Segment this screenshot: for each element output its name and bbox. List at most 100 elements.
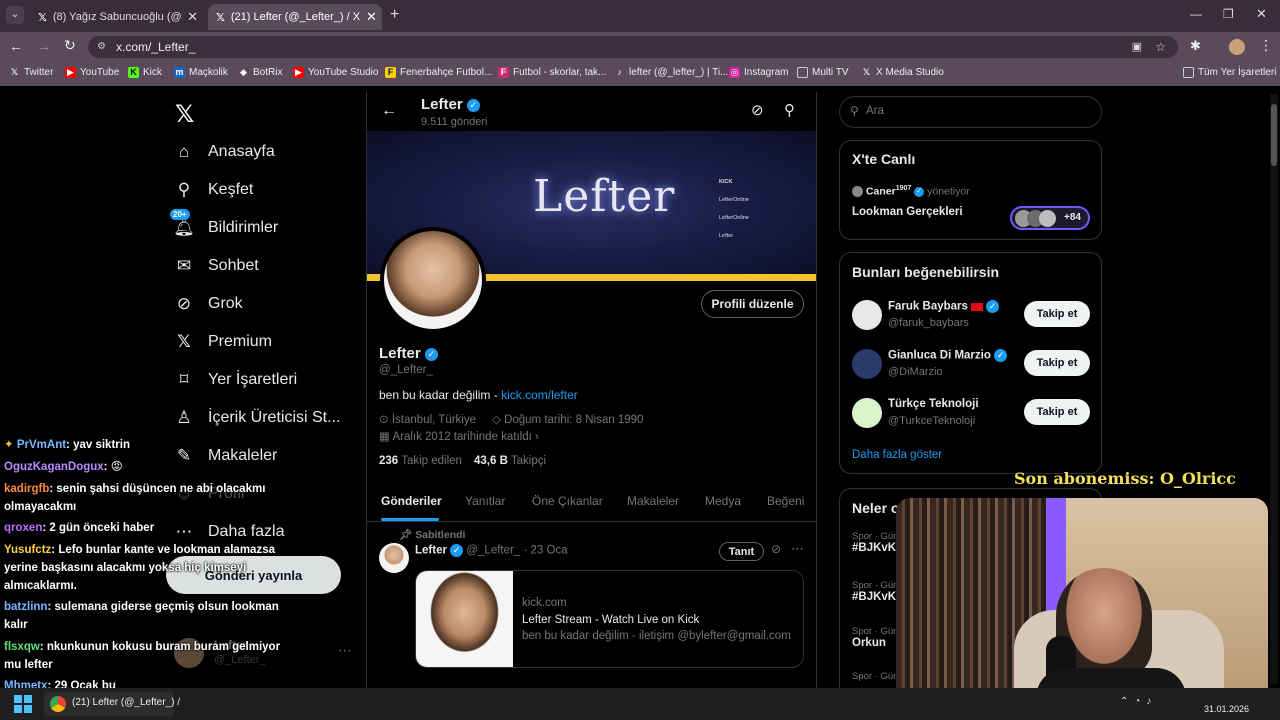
url-text: x.com/_Lefter_ [116,40,196,54]
nav-messages[interactable]: ✉ Sohbet [174,256,259,276]
webcam-feed [896,498,1268,706]
nav-explore[interactable]: ⚲ Keşfet [174,180,254,200]
nav-grok[interactable]: ⊘ Grok [174,294,243,314]
listener-count: +84 [1064,212,1081,223]
bookmark-youtube-studio[interactable]: ▶ YouTube Studio [293,67,378,78]
profile-birth: ◇ Doğum tarihi: 8 Nisan 1990 [492,414,644,426]
tab-posts[interactable]: Gönderiler [381,494,442,508]
bookmark-mackolik[interactable]: m Maçkolik [174,67,228,78]
search-icon[interactable]: ⚲ [784,101,795,119]
search-box[interactable]: ⚲ Ara [839,96,1102,128]
x-home-logo[interactable]: 𝕏 [175,100,194,129]
youtube-icon: ▶ [65,67,76,78]
bookmark-x-media-studio[interactable]: 𝕏X Media Studio [861,67,944,78]
following-count[interactable]: 236 Takip edilen [379,455,462,467]
post-count: 9.511 gönderi [421,116,488,128]
bell-icon: 🔔︎ 20+ [170,209,195,238]
chrome-icon [50,696,66,712]
back-arrow-icon[interactable]: ← [381,102,397,120]
extensions-icon[interactable]: ✱ [1190,38,1201,54]
tab-highlights[interactable]: Öne Çıkanlar [532,494,603,508]
trend-item[interactable]: Spor · Gün Orkun [852,626,898,649]
close-window-icon[interactable]: ✕ [1256,6,1267,22]
bookmark-kick[interactable]: K Kick [128,67,162,78]
follow-button[interactable]: Takip et [1024,350,1090,376]
bookmark-tiktok[interactable]: ♪ lefter (@_lefter_) | Ti... [614,67,728,78]
suggestion-row[interactable]: Gianluca Di Marzio ✓ @DiMarzio Takip et [852,347,1092,381]
grok-icon[interactable]: ⊘ [751,101,764,119]
avatar [852,398,882,428]
tiktok-icon: ♪ [617,67,622,77]
nav-premium[interactable]: 𝕏 Premium [174,332,272,352]
show-more-link[interactable]: Daha fazla göster [852,449,942,461]
maximize-icon[interactable]: ❐ [1223,7,1234,21]
suggestion-row[interactable]: Faruk Baybars ✓ @faruk_baybars Takip et [852,298,1092,332]
menu-icon[interactable]: ⋮ [1259,37,1273,54]
live-topic[interactable]: Lookman Gerçekleri [852,206,963,218]
live-host[interactable]: Caner1907 ✓ yönetiyor [852,185,970,198]
bookmark-instagram[interactable]: ◎ Instagram [729,67,788,78]
more-icon[interactable]: ⋯ [338,642,352,659]
bookmark-fenerbahce[interactable]: F Fenerbahçe Futbol... [385,67,492,78]
profile-joined[interactable]: ▦ Aralık 2012 tarihinde katıldı › [379,429,539,443]
start-icon[interactable] [14,695,32,713]
bio-link[interactable]: kick.com/lefter [501,388,578,402]
profile-avatar[interactable] [1229,39,1245,55]
site-info-icon[interactable]: ⚙ [97,36,106,58]
suggestion-name: Faruk Baybars ✓ [888,300,1000,313]
suggestion-row[interactable]: Türkçe Teknoloji @TurkceTeknoloji Takip … [852,396,1092,430]
tab-likes[interactable]: Beğeni [767,494,804,508]
tab-media[interactable]: Medya [705,494,741,508]
grok-post-icon[interactable]: ⊘ [771,542,781,556]
follow-button[interactable]: Takip et [1024,399,1090,425]
scrollbar[interactable] [1270,94,1278,684]
tab-search-button[interactable]: ⌄ [6,6,24,24]
edit-profile-button[interactable]: Profili düzenle [701,290,804,318]
bookmark-youtube[interactable]: ▶ YouTube [65,67,119,78]
tab-replies[interactable]: Yanıtlar [465,494,505,508]
back-icon[interactable]: ← [9,38,23,54]
taskbar-chrome-app[interactable]: (21) Lefter (@_Lefter_) / [44,692,180,716]
nav-bookmarks[interactable]: ⌑ Yer İşaretleri [174,370,298,390]
trend-item[interactable]: Spor · Gün [852,671,898,682]
tab-yagiz[interactable]: 𝕏 (8) Yağız Sabuncuoğlu (@yagos ✕ [30,4,206,30]
close-icon[interactable]: ✕ [187,9,198,25]
suggestion-handle: @faruk_baybars [888,317,969,329]
profile-avatar[interactable] [380,227,486,333]
scrollbar-thumb[interactable] [1271,104,1277,166]
address-bar[interactable]: ⚙ x.com/_Lefter_ ▣ ☆ [88,36,1178,58]
nav-creator-studio[interactable]: ♙ İçerik Üreticisi St... [174,408,340,428]
trend-item[interactable]: Spor · Gün #BJKvKI [852,531,899,554]
followers-count[interactable]: 43,6 B Takipçi [474,455,546,467]
bookmark-botrix[interactable]: ◆ BotRix [238,67,282,78]
bookmark-twitter[interactable]: 𝕏 Twitter [9,67,54,78]
search-icon: ⚲ [850,104,859,118]
bookmark-multi-tv[interactable]: Multi TV [797,67,849,78]
suggestion-name: Gianluca Di Marzio ✓ [888,349,1008,362]
banner-title: Lefter [533,171,676,222]
tab-lefter[interactable]: 𝕏 (21) Lefter (@_Lefter_) / X ✕ [208,4,382,30]
promote-button[interactable]: Tanıt [719,542,764,561]
new-tab-button[interactable]: + [390,6,399,24]
close-icon[interactable]: ✕ [366,9,377,25]
follow-button[interactable]: Takip et [1024,301,1090,327]
forward-icon[interactable]: → [37,38,51,54]
tray-icons[interactable]: ⌃◔♪ [1120,696,1157,707]
install-icon[interactable]: ▣ [1132,36,1142,58]
location-pin-icon: ⊙ [379,414,389,426]
bookmark-futbol[interactable]: F Futbol - skorlar, tak... [498,67,606,78]
reload-icon[interactable]: ↻ [64,37,76,54]
nav-notifications[interactable]: 🔔︎ 20+ Bildirimler [170,209,278,238]
post-avatar[interactable] [379,543,409,573]
live-listeners[interactable]: +84 [1010,206,1090,230]
nav-home[interactable]: ⌂ Anasayfa [174,142,275,162]
minimize-icon[interactable]: — [1190,7,1202,21]
more-icon[interactable]: ⋯ [791,541,804,557]
bookmark-all[interactable]: Tüm Yer İşaretleri [1183,67,1276,78]
pinned-label: 📌︎ Sabitlendi [399,529,466,541]
banner-links: KICK LefterOnline LefterOnline Lefter [719,179,749,239]
profile-header-name: Lefter ✓ [421,96,480,113]
tab-articles[interactable]: Makaleler [627,494,679,508]
bookmark-star-icon[interactable]: ☆ [1155,36,1166,58]
link-card[interactable]: kick.com Lefter Stream - Watch Live on K… [415,570,804,668]
